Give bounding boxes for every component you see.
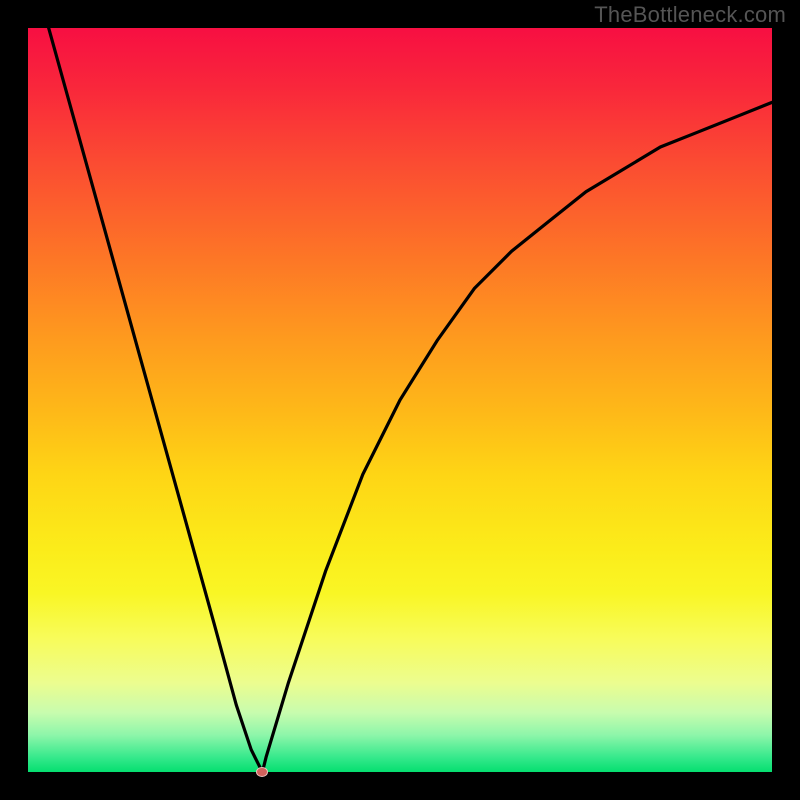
watermark-text: TheBottleneck.com (594, 2, 786, 28)
minimum-marker (256, 767, 268, 777)
plot-area (28, 28, 772, 772)
curve-layer (28, 28, 772, 772)
bottleneck-curve (28, 28, 772, 772)
chart-frame: TheBottleneck.com (0, 0, 800, 800)
